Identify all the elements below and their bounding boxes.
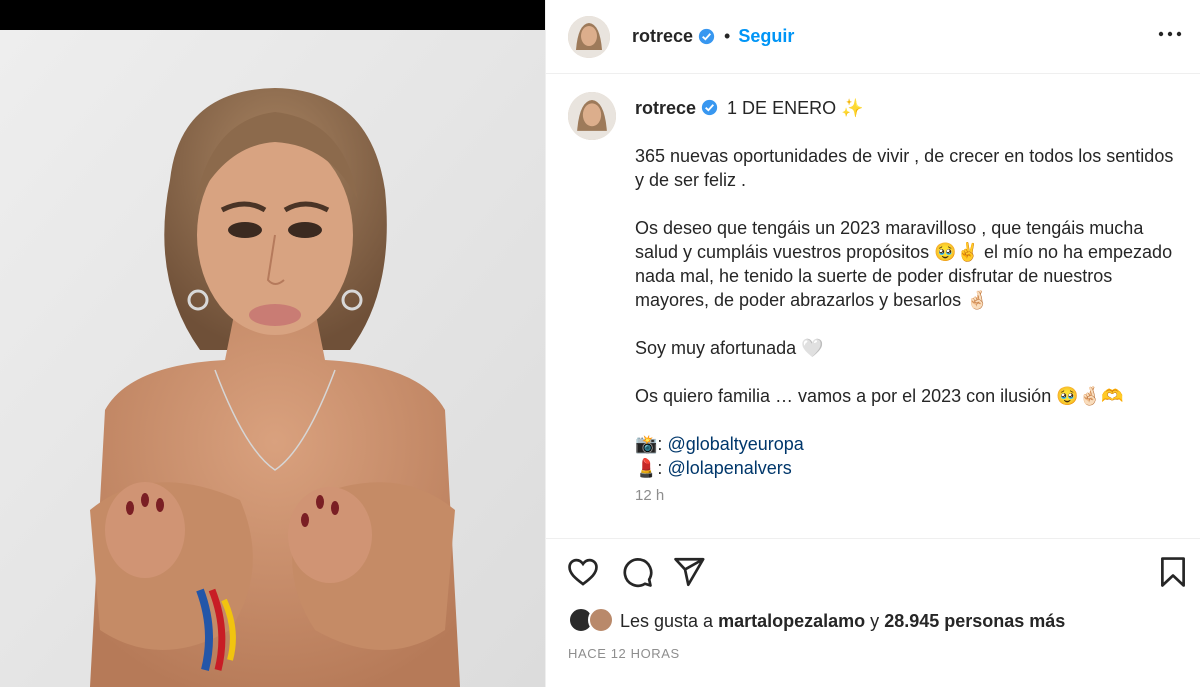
- likes-summary: Les gusta a martalopezalamo y 28.945 per…: [568, 606, 1065, 636]
- caption-section: rotrece 1 DE ENERO ✨ 365 nuevas oportuni…: [546, 74, 1200, 539]
- post-timestamp[interactable]: HACE 12 HORAS: [568, 646, 680, 661]
- mention-link[interactable]: @lolapenalvers: [667, 458, 791, 478]
- avatar: [588, 607, 614, 633]
- user-avatar[interactable]: [568, 15, 610, 58]
- verified-icon: [698, 28, 715, 45]
- post-photo[interactable]: [0, 30, 545, 687]
- follow-button[interactable]: Seguir: [738, 26, 794, 47]
- caption-header: rotrece 1 DE ENERO ✨: [635, 97, 864, 119]
- liker-avatars[interactable]: [568, 607, 614, 635]
- sparkles-emoji: ✨: [841, 98, 864, 118]
- liker-username[interactable]: martalopezalamo: [718, 611, 865, 632]
- post-panel: rotrece • Seguir rotrece 1 DE ENERO ✨ 36…: [545, 0, 1200, 687]
- credit-separator: :: [657, 434, 668, 454]
- mention-link[interactable]: @globaltyeuropa: [667, 434, 803, 454]
- comment-icon[interactable]: [620, 555, 654, 589]
- caption-headline: 1 DE ENERO: [727, 98, 837, 118]
- caption-paragraph: Soy muy afortunada 🤍: [635, 338, 824, 358]
- likes-conjunction: y: [870, 610, 880, 631]
- action-bar: [546, 540, 1200, 600]
- lipstick-emoji: 💄: [635, 458, 658, 478]
- likes-prefix: Les gusta a: [620, 610, 714, 631]
- more-options-icon[interactable]: [1157, 24, 1183, 44]
- heart-icon[interactable]: [566, 555, 600, 589]
- likes-count[interactable]: 28.945 personas más: [884, 611, 1065, 632]
- caption-time[interactable]: 12 h: [635, 487, 664, 504]
- caption-paragraph: 365 nuevas oportunidades de vivir , de c…: [635, 146, 1174, 190]
- caption-paragraph: Os quiero familia … vamos a por el 2023 …: [635, 386, 1124, 406]
- post-header: rotrece • Seguir: [546, 0, 1200, 74]
- separator-dot: •: [724, 26, 731, 46]
- caption-avatar[interactable]: [568, 92, 616, 140]
- caption-username[interactable]: rotrece: [635, 98, 696, 118]
- credit-separator: :: [657, 458, 668, 478]
- caption-text: 365 nuevas oportunidades de vivir , de c…: [635, 144, 1180, 480]
- bookmark-icon[interactable]: [1156, 555, 1190, 589]
- credit-line: 💄: @lolapenalvers: [635, 456, 1180, 480]
- post-username[interactable]: rotrece: [632, 26, 693, 47]
- caption-paragraph: Os deseo que tengáis un 2023 maravilloso…: [635, 218, 1173, 310]
- post-media: [0, 0, 545, 687]
- share-icon[interactable]: [672, 555, 706, 589]
- camera-emoji: 📸: [635, 434, 658, 454]
- verified-icon: [701, 99, 718, 116]
- credit-line: 📸: @globaltyeuropa: [635, 432, 1180, 456]
